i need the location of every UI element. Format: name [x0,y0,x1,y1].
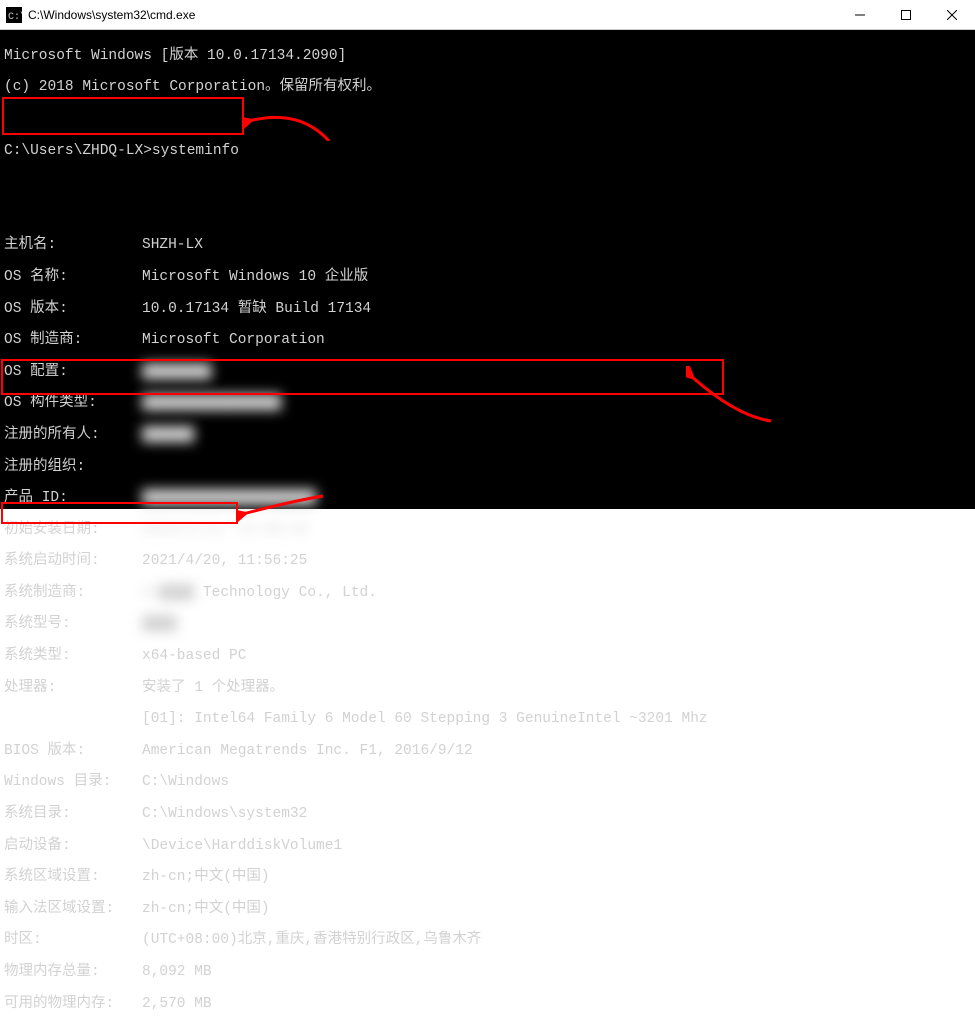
row-processor: 处理器:安装了 1 个处理器。 [4,681,971,697]
label: 主机名: [4,238,142,254]
prompt-line: C:\Users\ZHDQ-LX>systeminfo [4,144,971,160]
label: 系统型号: [4,617,142,633]
label: 系统目录: [4,807,142,823]
row-osbuild: OS 构件类型:████████████████ [4,396,971,412]
minimize-button[interactable] [837,0,883,30]
blank-line [4,112,971,128]
row-oscfg: OS 配置:████████ [4,365,971,381]
close-button[interactable] [929,0,975,30]
row-sysdir: 系统目录:C:\Windows\system32 [4,807,971,823]
label: OS 构件类型: [4,396,142,412]
row-windir: Windows 目录:C:\Windows [4,775,971,791]
value-redacted: ████████████████████ [142,491,316,507]
value: Si████ Technology Co., Ltd. [142,586,377,602]
row-bios: BIOS 版本:American Megatrends Inc. F1, 201… [4,744,971,760]
value: SHZH-LX [142,238,203,254]
blank-line [4,175,971,191]
row-osver: OS 版本:10.0.17134 暂缺 Build 17134 [4,302,971,318]
terminal-output[interactable]: Microsoft Windows [版本 10.0.17134.2090] (… [0,30,975,509]
row-boot: 系统启动时间:2021/4/20, 11:56:25 [4,554,971,570]
label: 注册的组织: [4,460,142,476]
blank-line [4,207,971,223]
svg-text:C:\: C:\ [8,11,22,23]
row-inlocale: 输入法区域设置:zh-cn;中文(中国) [4,902,971,918]
header-line-1: Microsoft Windows [版本 10.0.17134.2090] [4,49,971,65]
label: 系统区域设置: [4,870,142,886]
label: 注册的所有人: [4,428,142,444]
window-title: C:\Windows\system32\cmd.exe [28,8,195,22]
label: 系统启动时间: [4,554,142,570]
row-sysmfr: 系统制造商:Si████ Technology Co., Ltd. [4,586,971,602]
value: 2,570 MB [142,997,212,1013]
label: 启动设备: [4,839,142,855]
titlebar: C:\ C:\Windows\system32\cmd.exe [0,0,975,30]
row-prodid: 产品 ID:████████████████████ [4,491,971,507]
row-systype: 系统类型:x64-based PC [4,649,971,665]
value: Microsoft Corporation [142,333,325,349]
label: 时区: [4,933,142,949]
row-hostname: 主机名:SHZH-LX [4,238,971,254]
label: 可用的物理内存: [4,997,142,1013]
row-physmem: 物理内存总量:8,092 MB [4,965,971,981]
value: zh-cn;中文(中国) [142,902,270,918]
value-redacted: ██████ [142,428,194,444]
label: OS 配置: [4,365,142,381]
row-regowner: 注册的所有人:██████ [4,428,971,444]
maximize-button[interactable] [883,0,929,30]
value: x64-based PC [142,649,246,665]
row-availmem: 可用的物理内存:2,570 MB [4,997,971,1013]
label: OS 名称: [4,270,142,286]
value: 8,092 MB [142,965,212,981]
value: C:\Windows\system32 [142,807,307,823]
label: OS 版本: [4,302,142,318]
value: (UTC+08:00)北京,重庆,香港特别行政区,乌鲁木齐 [142,933,481,949]
label: Windows 目录: [4,775,142,791]
label: 产品 ID: [4,491,142,507]
value: [01]: Intel64 Family 6 Model 60 Stepping… [142,712,708,728]
header-line-2: (c) 2018 Microsoft Corporation。保留所有权利。 [4,80,971,96]
label: BIOS 版本: [4,744,142,760]
label: 物理内存总量: [4,965,142,981]
value: 2021/4/20, 11:56:25 [142,554,307,570]
row-install: 初始安装日期:2019/5/13, 12:28:18 [4,523,971,539]
label: 处理器: [4,681,142,697]
cmd-icon: C:\ [6,7,22,23]
label: OS 制造商: [4,333,142,349]
value: Microsoft Windows 10 企业版 [142,270,368,286]
value: 安装了 1 个处理器。 [142,681,284,697]
label: 输入法区域设置: [4,902,142,918]
value: American Megatrends Inc. F1, 2016/9/12 [142,744,473,760]
value: 10.0.17134 暂缺 Build 17134 [142,302,371,318]
row-osname: OS 名称:Microsoft Windows 10 企业版 [4,270,971,286]
row-regorg: 注册的组织: [4,460,971,476]
value: C:\Windows [142,775,229,791]
row-syslocale: 系统区域设置:zh-cn;中文(中国) [4,870,971,886]
value: zh-cn;中文(中国) [142,870,270,886]
row-bootdev: 启动设备:\Device\HarddiskVolume1 [4,839,971,855]
label: 系统制造商: [4,586,142,602]
row-sysmodel: 系统型号:████ [4,617,971,633]
label: 初始安装日期: [4,523,142,539]
window-controls [837,0,975,30]
row-osmfr: OS 制造商:Microsoft Corporation [4,333,971,349]
value: 2019/5/13, 12:28:18 [142,523,307,539]
value-redacted: ████████ [142,365,212,381]
value: \Device\HarddiskVolume1 [142,839,342,855]
row-tz: 时区:(UTC+08:00)北京,重庆,香港特别行政区,乌鲁木齐 [4,933,971,949]
label [4,712,142,728]
value-redacted: ████ [142,617,177,633]
row-processor-detail: [01]: Intel64 Family 6 Model 60 Stepping… [4,712,971,728]
label: 系统类型: [4,649,142,665]
value-redacted: ████████████████ [142,396,281,412]
